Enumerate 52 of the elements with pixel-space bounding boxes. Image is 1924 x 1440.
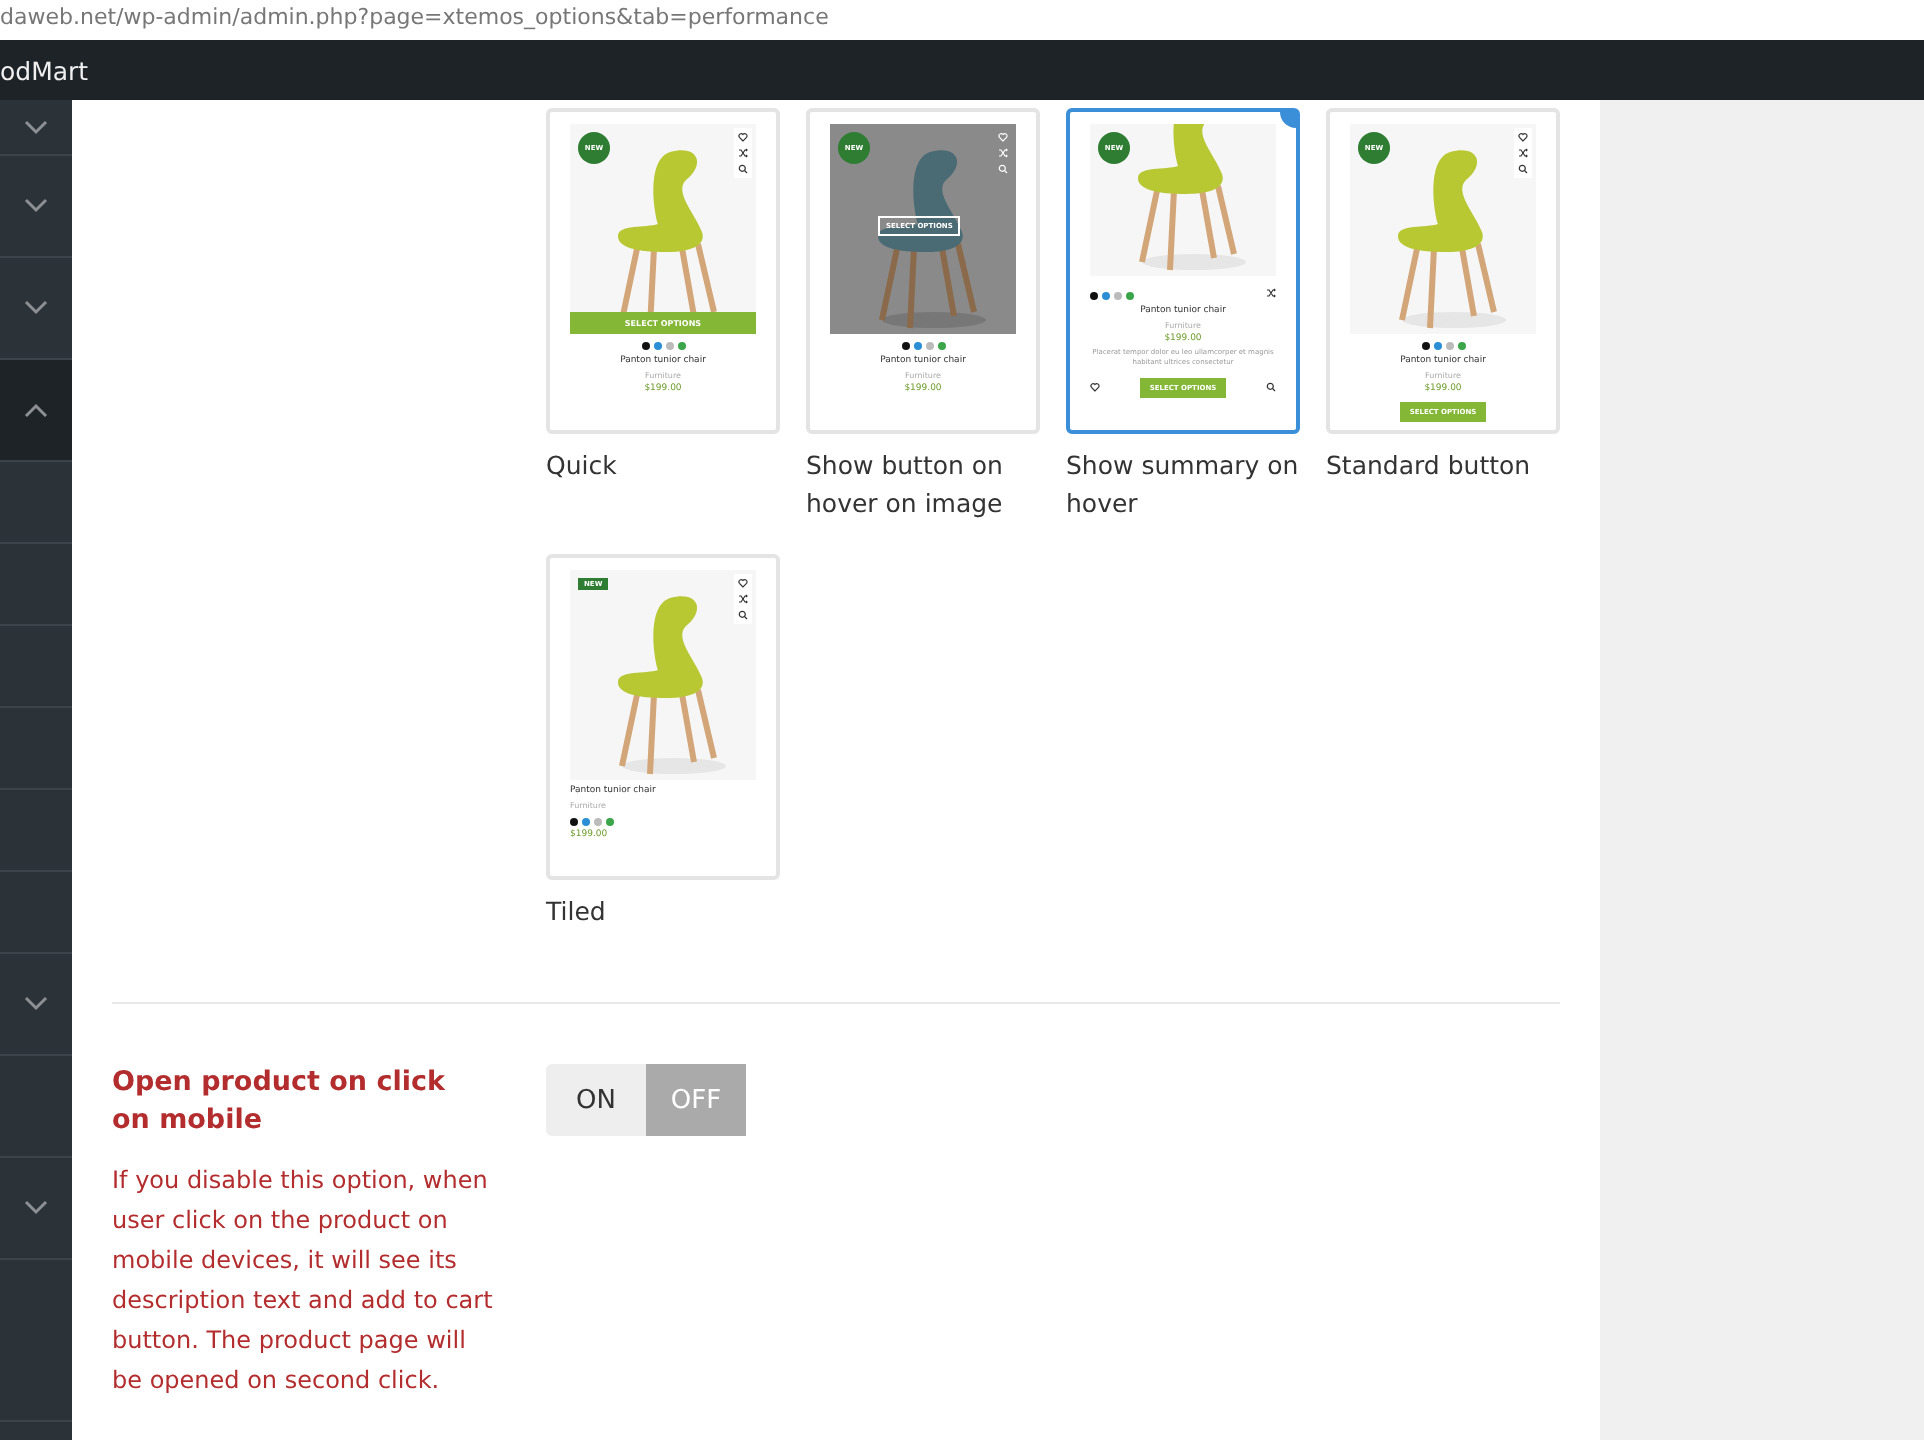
option-label: Show summary on hover <box>1066 448 1300 522</box>
chevron-icon <box>24 300 48 316</box>
color-swatch[interactable] <box>925 342 933 350</box>
color-swatch[interactable] <box>1421 342 1429 350</box>
heart-icon <box>1518 132 1528 142</box>
on-button[interactable]: ON <box>546 1064 646 1136</box>
color-swatch[interactable] <box>594 818 602 826</box>
chevron-icon <box>24 198 48 214</box>
chevron-icon <box>24 119 48 135</box>
option-label: Quick <box>546 448 619 484</box>
color-swatch[interactable] <box>1102 292 1110 300</box>
heart-icon <box>738 132 748 142</box>
color-swatch[interactable] <box>913 342 921 350</box>
color-swatch[interactable] <box>665 342 673 350</box>
chevron-icon <box>24 1200 48 1216</box>
shuffle-icon <box>738 148 748 158</box>
heart-icon <box>1090 382 1100 392</box>
chevron-icon <box>24 402 48 418</box>
color-swatch[interactable] <box>1114 292 1122 300</box>
color-swatch[interactable] <box>1433 342 1441 350</box>
search-icon <box>998 164 1008 174</box>
color-swatch[interactable] <box>901 342 909 350</box>
option-label: Tiled <box>546 894 608 930</box>
color-swatch[interactable] <box>1090 292 1098 300</box>
selected-check-icon <box>1280 112 1296 128</box>
search-icon <box>1518 164 1528 174</box>
color-swatch[interactable] <box>606 818 614 826</box>
color-swatch[interactable] <box>582 818 590 826</box>
color-swatch[interactable] <box>1457 342 1465 350</box>
option-label: Standard button <box>1326 448 1533 484</box>
color-swatch[interactable] <box>937 342 945 350</box>
search-icon <box>738 610 748 620</box>
sidebar-item[interactable] <box>0 360 72 462</box>
color-swatch[interactable] <box>1445 342 1453 350</box>
shuffle-icon <box>1518 148 1528 158</box>
heart-icon <box>738 578 748 588</box>
color-swatch[interactable] <box>570 818 578 826</box>
option-label: Show button on hover on image <box>806 448 1005 522</box>
site-name[interactable]: odMart <box>0 55 89 85</box>
color-swatch[interactable] <box>677 342 685 350</box>
shuffle-icon <box>738 594 748 604</box>
search-icon <box>738 164 748 174</box>
color-swatch[interactable] <box>641 342 649 350</box>
setting-description: If you disable this option, when user click on the product on mobile devices, it will see its description text and add to cart button. The product page will be opened on second click. <box>112 1164 495 1398</box>
setting-title: Open product on click on mobile <box>112 1064 447 1140</box>
search-icon <box>1266 382 1276 392</box>
shuffle-icon <box>998 148 1008 158</box>
shuffle-icon <box>1266 287 1276 297</box>
color-swatch[interactable] <box>1126 292 1134 300</box>
color-swatch[interactable] <box>653 342 661 350</box>
heart-icon <box>998 132 1008 142</box>
chevron-icon <box>24 996 48 1012</box>
